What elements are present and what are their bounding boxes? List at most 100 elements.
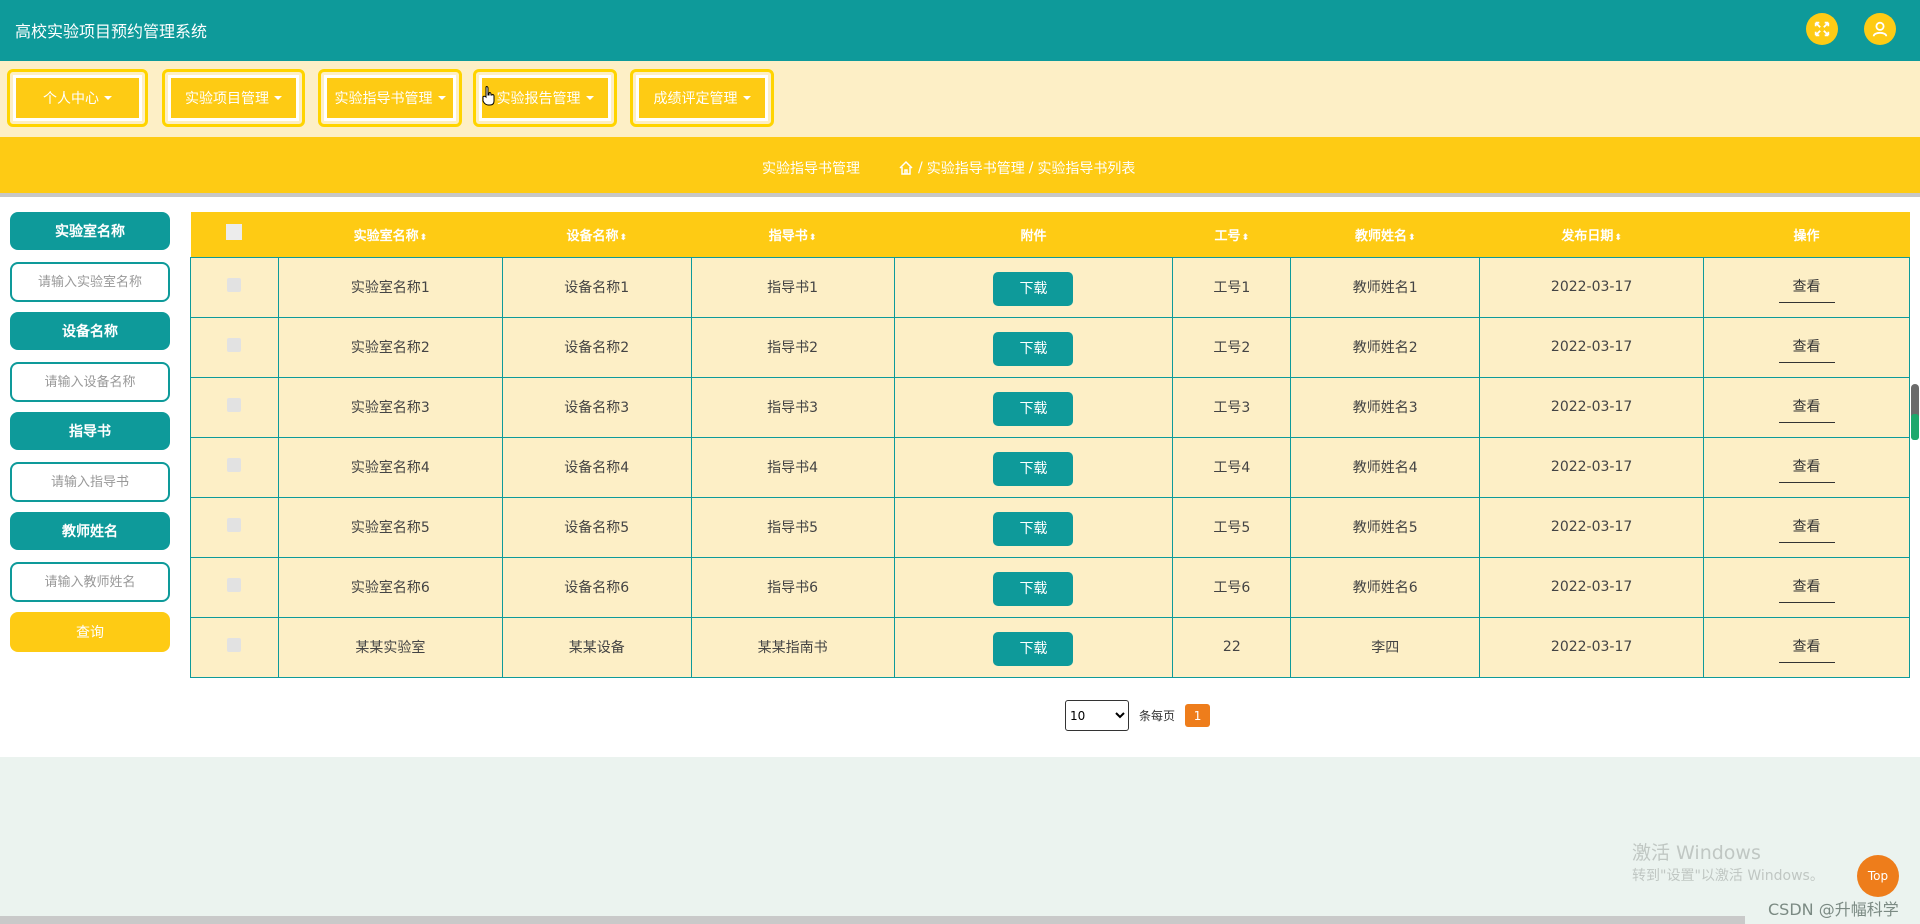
device-name-input[interactable]: [10, 362, 170, 402]
header-checkbox-cell: [190, 212, 279, 257]
nav-label: 实验指导书管理: [334, 91, 433, 107]
row-checkbox[interactable]: [227, 578, 242, 592]
horizontal-scrollbar[interactable]: [0, 916, 1745, 924]
home-icon[interactable]: [898, 160, 914, 176]
date-cell: 2022-03-17: [1479, 376, 1705, 438]
header-label: 教师姓名: [1354, 228, 1407, 244]
scrollbar-indicator: [1911, 414, 1919, 440]
lab-cell: 实验室名称6: [277, 556, 503, 618]
nav-label: 实验报告管理: [496, 91, 581, 107]
nav-label: 个人中心: [43, 91, 99, 107]
sort-icon[interactable]: ⬍: [1242, 233, 1250, 243]
back-to-top-button[interactable]: Top: [1857, 855, 1899, 897]
col-header-device[interactable]: 设备名称⬍: [502, 212, 692, 257]
hand-cursor-icon: [482, 86, 495, 106]
teacher-cell: 教师姓名6: [1290, 556, 1481, 618]
teacher-cell: 教师姓名1: [1290, 256, 1481, 318]
attachment-cell: 下载: [893, 556, 1174, 618]
col-header-date[interactable]: 发布日期⬍: [1479, 212, 1704, 257]
caret-down-icon: [274, 96, 282, 100]
nav-label: 成绩评定管理: [653, 91, 738, 107]
view-button[interactable]: 查看: [1778, 516, 1835, 543]
sort-icon[interactable]: ⬍: [809, 233, 817, 243]
nav-item-grade-management[interactable]: 成绩评定管理: [630, 69, 774, 127]
row-checkbox[interactable]: [227, 338, 242, 352]
guide-cell: 指导书5: [690, 496, 895, 558]
select-all-checkbox[interactable]: [226, 224, 243, 241]
col-header-teacher[interactable]: 教师姓名⬍: [1290, 212, 1480, 257]
nav-item-personal-center[interactable]: 个人中心: [7, 69, 148, 127]
pagination: 10 条每页 1: [1065, 700, 1211, 731]
table-row: 实验室名称2 设备名称2 指导书2 下载 工号2 教师姓名2 2022-03-1…: [190, 316, 1910, 378]
col-header-guide[interactable]: 指导书⬍: [691, 212, 895, 257]
table-row: 实验室名称5 设备名称5 指导书5 下载 工号5 教师姓名5 2022-03-1…: [190, 496, 1910, 558]
action-cell: 查看: [1703, 436, 1910, 498]
download-button[interactable]: 下载: [993, 632, 1074, 666]
lab-cell: 实验室名称1: [277, 256, 503, 318]
col-header-action: 操作: [1703, 212, 1910, 257]
guide-cell: 指导书6: [690, 556, 895, 618]
download-button[interactable]: 下载: [993, 572, 1074, 606]
guide-cell: 指导书1: [690, 256, 895, 318]
lab-cell: 实验室名称5: [277, 496, 503, 558]
row-checkbox-cell: [190, 256, 279, 318]
view-button[interactable]: 查看: [1778, 636, 1835, 663]
job-no-cell: 工号1: [1172, 256, 1292, 318]
view-button[interactable]: 查看: [1778, 336, 1835, 363]
lab-name-input[interactable]: [10, 262, 170, 302]
row-checkbox[interactable]: [227, 638, 242, 652]
device-cell: 设备名称5: [501, 496, 692, 558]
teacher-name-input[interactable]: [10, 562, 170, 602]
guide-label: 指导书: [10, 412, 170, 450]
view-button[interactable]: 查看: [1778, 276, 1835, 303]
sort-icon[interactable]: ⬍: [1614, 233, 1622, 243]
breadcrumb-band: 实验指导书管理 / 实验指导书管理 / 实验指导书列表: [0, 137, 1920, 197]
sort-icon[interactable]: ⬍: [1408, 233, 1416, 243]
col-header-job-no[interactable]: 工号⬍: [1172, 212, 1291, 257]
row-checkbox[interactable]: [227, 458, 242, 472]
guide-input[interactable]: [10, 462, 170, 502]
date-cell: 2022-03-17: [1479, 316, 1705, 378]
view-button[interactable]: 查看: [1778, 396, 1835, 423]
action-cell: 查看: [1703, 256, 1910, 318]
download-button[interactable]: 下载: [993, 392, 1074, 426]
nav-item-guide-management[interactable]: 实验指导书管理: [318, 69, 462, 127]
download-button[interactable]: 下载: [993, 272, 1074, 306]
date-cell: 2022-03-17: [1479, 616, 1705, 678]
lab-name-label: 实验室名称: [10, 212, 170, 250]
top-header: 高校实验项目预约管理系统: [0, 0, 1920, 61]
user-menu-button[interactable]: [1864, 13, 1896, 45]
view-button[interactable]: 查看: [1778, 576, 1835, 603]
vertical-scrollbar[interactable]: [1911, 384, 1919, 440]
query-button[interactable]: 查询: [10, 612, 170, 652]
sort-icon[interactable]: ⬍: [619, 233, 627, 243]
lab-cell: 实验室名称4: [277, 436, 503, 498]
col-header-lab[interactable]: 实验室名称⬍: [278, 212, 503, 257]
caret-down-icon: [585, 96, 594, 100]
job-no-cell: 工号4: [1172, 436, 1292, 498]
teacher-cell: 教师姓名5: [1290, 496, 1481, 558]
download-button[interactable]: 下载: [993, 452, 1074, 486]
row-checkbox[interactable]: [227, 278, 242, 292]
download-button[interactable]: 下载: [993, 512, 1074, 546]
date-cell: 2022-03-17: [1479, 256, 1705, 318]
activation-watermark-title: 激活 Windows: [1632, 842, 1761, 864]
row-checkbox[interactable]: [227, 398, 242, 412]
breadcrumb-item: 实验指导书列表: [1037, 161, 1136, 177]
fullscreen-button[interactable]: [1806, 13, 1838, 45]
lab-cell: 实验室名称2: [277, 316, 503, 378]
breadcrumb-separator: /: [918, 160, 923, 176]
download-button[interactable]: 下载: [993, 332, 1074, 366]
teacher-cell: 教师姓名3: [1290, 376, 1481, 438]
row-checkbox[interactable]: [227, 518, 242, 532]
attachment-cell: 下载: [893, 376, 1174, 438]
view-button[interactable]: 查看: [1778, 456, 1835, 483]
page-size-select[interactable]: 10: [1065, 700, 1129, 731]
page-number-button[interactable]: 1: [1185, 704, 1211, 727]
nav-item-project-management[interactable]: 实验项目管理: [162, 69, 305, 127]
attachment-cell: 下载: [893, 256, 1174, 318]
action-cell: 查看: [1703, 376, 1910, 438]
breadcrumb-item[interactable]: 实验指导书管理: [927, 158, 1025, 178]
sort-icon[interactable]: ⬍: [420, 233, 428, 243]
attachment-cell: 下载: [893, 436, 1174, 498]
